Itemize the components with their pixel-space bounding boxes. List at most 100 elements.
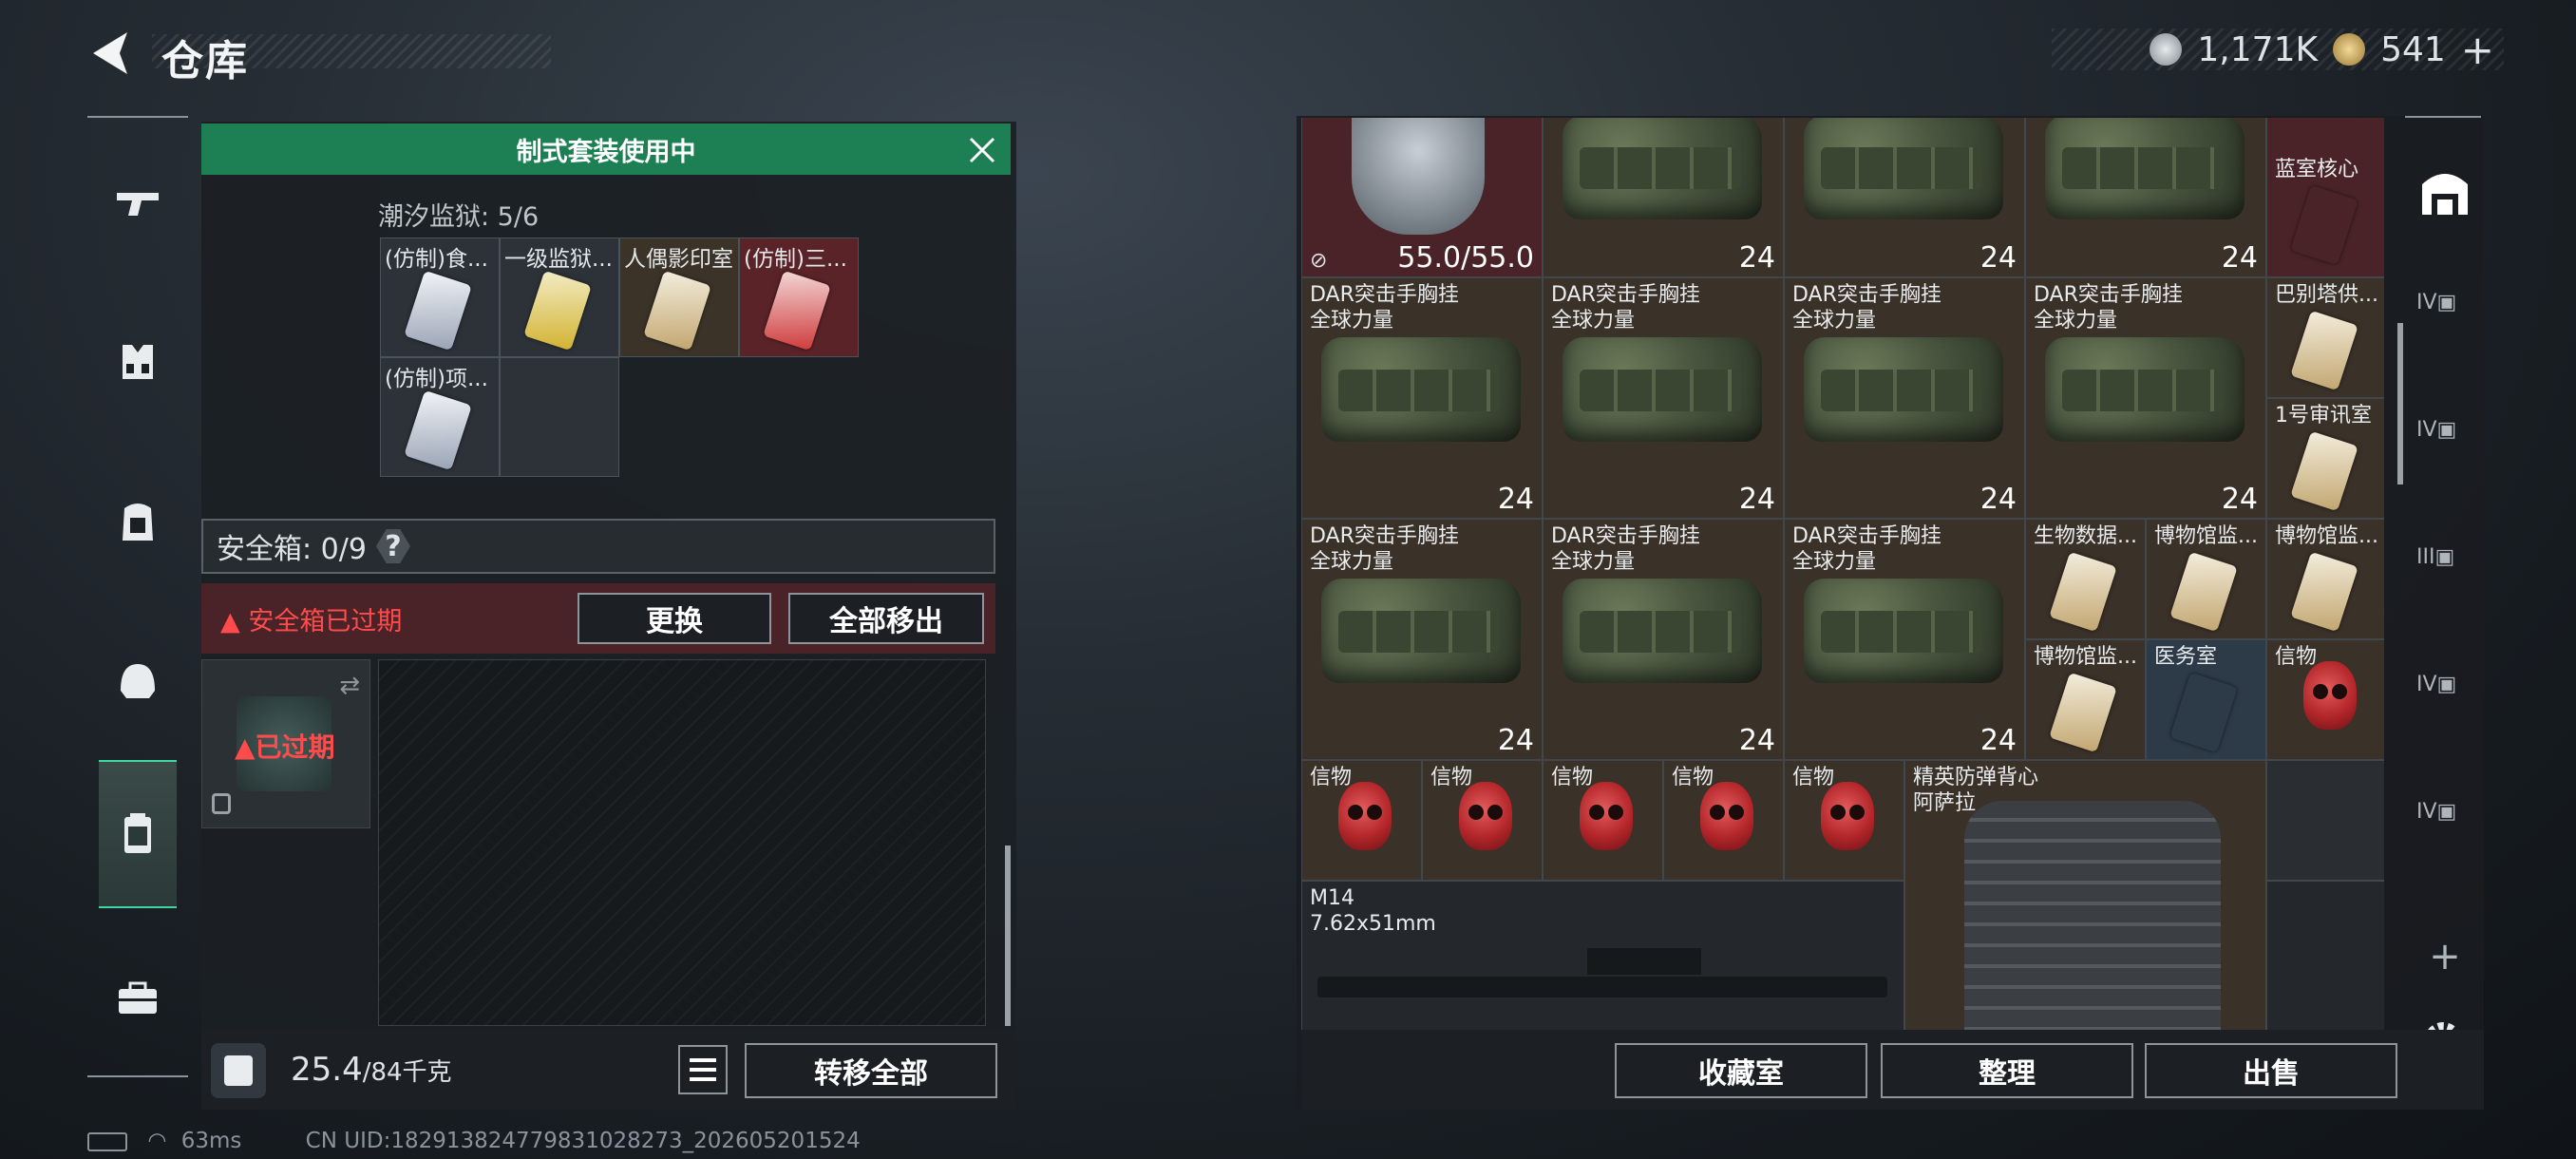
token-item[interactable]: 信物 — [2266, 639, 2384, 760]
armor-item[interactable]: 精英防弹背心 阿萨拉 — [1904, 760, 2266, 1030]
skull-mask-icon — [1459, 782, 1512, 850]
nav-helmets[interactable] — [101, 644, 175, 718]
token-item[interactable]: 信物 — [1422, 760, 1543, 881]
keycard-item[interactable]: 医务室 — [2146, 639, 2266, 760]
back-button[interactable] — [85, 27, 135, 80]
vest-item[interactable]: DAR突击手胸挂 全球力量 24 — [1784, 277, 2025, 519]
warehouse-icon — [2422, 174, 2468, 215]
empty-slot[interactable] — [500, 357, 619, 477]
token-item[interactable]: 信物 — [1663, 760, 1784, 881]
keycard-item[interactable]: 生物数据... — [2025, 519, 2146, 639]
storage-tabs: IV▣ IV▣ III▣ IV▣ IV▣ + — [2405, 116, 2481, 1009]
skull-mask-icon — [2303, 661, 2357, 730]
sort-button[interactable]: 整理 — [1881, 1043, 2133, 1098]
silver-coin-icon — [2150, 33, 2183, 66]
keycard-icon — [643, 270, 711, 352]
collection-room-button[interactable]: 收藏室 — [1615, 1043, 1867, 1098]
expired-label: 已过期 — [255, 732, 335, 763]
toolbox-icon — [119, 981, 157, 1014]
close-icon — [969, 137, 995, 163]
keycard-slot-3[interactable]: 人偶影印室 — [619, 238, 739, 357]
empty-cell[interactable] — [2266, 881, 2384, 1030]
helmet-item[interactable]: ⊘ 55.0/55.0 — [1301, 118, 1543, 277]
token-item[interactable]: 信物 — [1543, 760, 1663, 881]
vest-item[interactable]: 24 — [1543, 118, 1784, 277]
armor-vest-icon — [1964, 801, 2221, 1030]
help-button[interactable]: ? — [375, 529, 410, 563]
status-bar: ◠ 63ms CN UID:182913824779831028273_2026… — [87, 1129, 861, 1153]
vest-item[interactable]: DAR突击手胸挂 全球力量 24 — [2025, 277, 2266, 519]
keycard-icon — [404, 270, 472, 352]
vest-icon — [1563, 579, 1762, 683]
keycard-slot-1[interactable]: (仿制)食... — [380, 238, 500, 357]
keycard-icon — [2290, 310, 2358, 391]
vest-icon — [1804, 579, 2003, 683]
vest-item[interactable]: DAR突击手胸挂 全球力量 24 — [1301, 277, 1543, 519]
vest-icon — [2045, 118, 2245, 219]
helmet-icon — [121, 664, 155, 698]
expired-warning-bar: ▲ 安全箱已过期 更换 全部移出 — [201, 583, 995, 654]
warning-icon: ▲ — [235, 732, 256, 763]
replace-button[interactable]: 更换 — [578, 593, 771, 644]
vest-item[interactable]: 24 — [2025, 118, 2266, 277]
weight-readout: 25.4/84千克 — [291, 1051, 452, 1089]
storage-icon: IV▣ — [2416, 800, 2457, 824]
safe-box-grid — [378, 659, 986, 1026]
storage-tab-4c[interactable]: IV▣ — [2416, 673, 2473, 730]
nav-toolbox[interactable] — [101, 961, 175, 1036]
vest-item[interactable]: DAR突击手胸挂 全球力量 24 — [1301, 519, 1543, 760]
lock-icon — [212, 793, 231, 814]
vest-item[interactable]: DAR突击手胸挂 全球力量 24 — [1543, 519, 1784, 760]
close-button[interactable] — [963, 131, 1001, 169]
keycard-item[interactable]: 蓝室核心 — [2266, 118, 2384, 277]
token-item[interactable]: 信物 — [1301, 760, 1422, 881]
warehouse-tab[interactable] — [2416, 163, 2473, 220]
keycard-slot-5[interactable]: (仿制)项... — [380, 357, 500, 477]
vest-icon — [2045, 337, 2245, 442]
currency-bar: 1,171K 541 + — [2052, 27, 2504, 73]
storage-tab-4b[interactable]: IV▣ — [2416, 418, 2473, 475]
keycard-slot-4[interactable]: (仿制)三... — [739, 238, 859, 357]
nav-weapons[interactable] — [101, 165, 175, 239]
vest-item[interactable]: DAR突击手胸挂 全球力量 24 — [1543, 277, 1784, 519]
list-view-button[interactable] — [678, 1045, 728, 1094]
token-item[interactable]: 信物 — [1784, 760, 1904, 881]
keycard-item[interactable]: 1号审讯室 — [2266, 398, 2384, 519]
nav-vests[interactable] — [101, 325, 175, 399]
sell-button[interactable]: 出售 — [2145, 1043, 2397, 1098]
skull-mask-icon — [1580, 782, 1633, 850]
transfer-all-button[interactable]: 转移全部 — [745, 1043, 997, 1098]
storage-icon: IV▣ — [2416, 673, 2457, 696]
empty-cell[interactable] — [2266, 760, 2384, 881]
add-currency-button[interactable]: + — [2461, 27, 2494, 73]
remove-all-button[interactable]: 全部移出 — [788, 593, 984, 644]
prison-progress: 潮汐监狱: 5/6 — [378, 202, 540, 232]
storage-tab-4a[interactable]: IV▣ — [2416, 291, 2473, 348]
keycard-item[interactable]: 巴别塔供... — [2266, 277, 2384, 398]
scrollbar[interactable] — [2397, 323, 2403, 484]
rifle-item[interactable]: M14 7.62x51mm — [1301, 881, 1904, 1030]
vest-item[interactable]: 24 — [1784, 118, 2025, 277]
keycard-slot-2[interactable]: 一级监狱... — [500, 238, 619, 357]
keycard-item[interactable]: 博物馆监... — [2266, 519, 2384, 639]
safe-box-item[interactable]: ▲已过期 ⇄ — [201, 659, 370, 828]
warning-icon: ▲ — [220, 606, 249, 636]
keycard-item[interactable]: 博物馆监... — [2146, 519, 2266, 639]
nav-backpacks[interactable] — [101, 484, 175, 559]
no-insure-icon: ⊘ — [1310, 249, 1328, 273]
storage-footer: 收藏室 整理 出售 — [1301, 1030, 2484, 1110]
scrollbar[interactable] — [1005, 846, 1011, 1026]
kit-banner: 制式套装使用中 — [201, 124, 1011, 175]
keycard-icon — [2049, 672, 2117, 753]
storage-tab-4d[interactable]: IV▣ — [2416, 800, 2473, 857]
nav-cases[interactable] — [99, 760, 177, 908]
keycard-item[interactable]: 博物馆监... — [2025, 639, 2146, 760]
vest-item[interactable]: DAR突击手胸挂 全球力量 24 — [1784, 519, 2025, 760]
storage-tab-3[interactable]: III▣ — [2416, 545, 2473, 602]
vest-icon — [1321, 337, 1521, 442]
storage-icon: IV▣ — [2416, 291, 2457, 314]
storage-icon: IV▣ — [2416, 418, 2457, 442]
keycard-icon — [523, 270, 592, 352]
add-storage-button[interactable]: + — [2416, 935, 2473, 992]
warning-text: 安全箱已过期 — [248, 606, 403, 636]
